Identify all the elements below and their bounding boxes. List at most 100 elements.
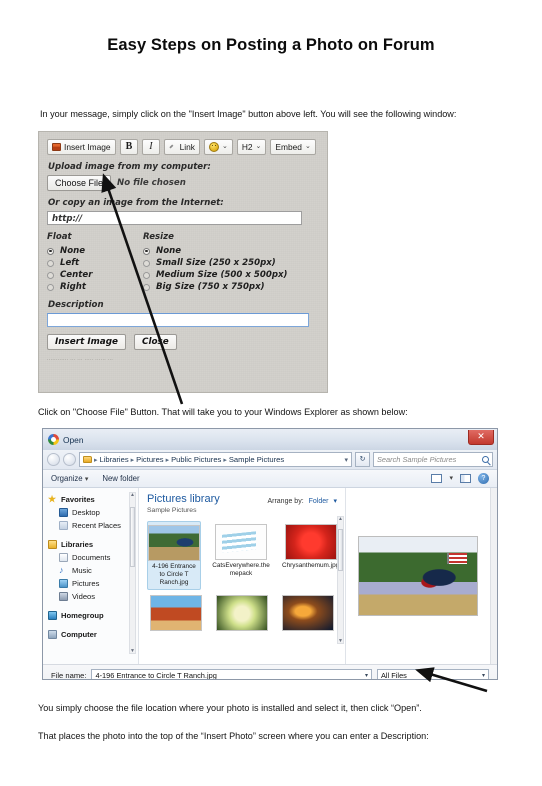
windows-explorer-open-dialog: Open ✕ ▸ Libraries ▸ Pictures ▸ Public P…: [42, 428, 498, 680]
bold-button[interactable]: B: [119, 138, 139, 155]
file-item-jellyfish[interactable]: [280, 592, 337, 635]
organize-button[interactable]: Organize ▾: [51, 474, 88, 483]
sidebar-item-computer[interactable]: Computer: [48, 628, 138, 641]
insert-image-button[interactable]: Insert Image: [47, 138, 116, 155]
resize-option-medium[interactable]: Medium Size (500 x 500px): [143, 269, 287, 281]
resize-option-small[interactable]: Small Size (250 x 250px): [143, 257, 287, 269]
insert-image-button-label: Insert Image: [64, 141, 111, 152]
scroll-down-icon[interactable]: ▼: [130, 648, 135, 654]
search-input[interactable]: Search Sample Pictures: [373, 452, 493, 467]
breadcrumb[interactable]: ▸ Libraries ▸ Pictures ▸ Public Pictures…: [79, 452, 352, 467]
file-name-input[interactable]: 4-196 Entrance to Circle T Ranch.jpg ▾: [91, 669, 372, 679]
file-item-hydrangeas[interactable]: [213, 592, 270, 635]
sidebar-item-libraries[interactable]: Libraries: [48, 538, 138, 551]
refresh-icon[interactable]: ↻: [355, 452, 370, 467]
sidebar-item-favorites[interactable]: ★ Favorites: [48, 493, 138, 506]
file-item-chrysanthemum[interactable]: Chrysanthemum.jpg: [281, 521, 340, 590]
file-name-label: [147, 633, 204, 635]
no-file-chosen-text: No file chosen: [117, 178, 186, 188]
chevron-down-icon: ▾: [481, 673, 485, 679]
sidebar-scrollbar[interactable]: ▲ ▼: [129, 492, 136, 654]
thumbnail-image: [148, 524, 200, 561]
embed-button[interactable]: Embed ⌄: [270, 138, 316, 155]
scroll-up-icon[interactable]: ▲: [338, 516, 343, 522]
file-item-catseverywhere[interactable]: CatsEverywhere.themepack: [210, 521, 272, 590]
help-icon[interactable]: ?: [478, 473, 489, 484]
scrollbar-thumb[interactable]: [338, 529, 343, 571]
scroll-down-icon[interactable]: ▼: [338, 638, 343, 644]
command-bar-right-group: ▾ ?: [431, 473, 489, 484]
chevron-down-icon[interactable]: ▾: [449, 475, 453, 482]
close-button[interactable]: Close: [133, 334, 177, 350]
chevron-down-icon: ⌄: [221, 143, 228, 150]
sidebar-item-label: Favorites: [61, 495, 95, 504]
folder-icon: [83, 456, 92, 463]
chevron-down-icon: ⌄: [255, 143, 262, 150]
resize-option-big[interactable]: Big Size (750 x 750px): [143, 281, 287, 293]
sidebar-item-videos[interactable]: Videos: [48, 590, 138, 603]
preview-pane-scrollbar[interactable]: [490, 488, 497, 664]
chevron-down-icon[interactable]: ▾: [365, 672, 368, 679]
change-view-icon[interactable]: [431, 474, 443, 483]
sidebar-item-pictures[interactable]: Pictures: [48, 577, 138, 590]
middle-paragraph: Click on "Choose File" Button. That will…: [38, 407, 408, 417]
float-option-right[interactable]: Right: [47, 281, 129, 293]
dialog-footer-faint-text: ............ ... ... ..... ...... ...: [47, 356, 114, 361]
file-chooser-row: Choose File No file chosen: [47, 175, 319, 191]
description-input[interactable]: [47, 313, 309, 327]
new-folder-button[interactable]: New folder: [102, 474, 139, 483]
breadcrumb-item-public-pictures[interactable]: Public Pictures: [171, 455, 221, 464]
sidebar-item-documents[interactable]: Documents: [48, 551, 138, 564]
file-type-select[interactable]: All Files ▾: [377, 669, 489, 679]
breadcrumb-item-sample-pictures[interactable]: Sample Pictures: [229, 455, 284, 464]
file-list-scrollbar[interactable]: ▲ ▼: [337, 516, 344, 644]
sidebar-item-homegroup[interactable]: Homegroup: [48, 609, 138, 622]
sidebar-item-desktop[interactable]: Desktop: [48, 506, 138, 519]
scroll-up-icon[interactable]: ▲: [130, 492, 135, 498]
editor-toolbar: Insert Image B I Link ⌄ H2 ⌄ Embed ⌄: [47, 138, 319, 155]
float-heading: Float: [47, 232, 72, 242]
videos-icon: [59, 592, 68, 601]
pictures-icon: [59, 579, 68, 588]
file-name-label: [280, 633, 337, 635]
file-item-desert[interactable]: [147, 592, 204, 635]
recent-places-icon: [59, 521, 68, 530]
resize-option-none[interactable]: None: [143, 245, 287, 257]
float-option-left[interactable]: Left: [47, 257, 129, 269]
close-window-icon[interactable]: ✕: [468, 430, 494, 445]
heading-button[interactable]: H2 ⌄: [236, 138, 267, 155]
resize-option-group: Resize None Small Size (250 x 250px) Med…: [143, 232, 287, 293]
file-name-label: Chrysanthemum.jpg: [282, 561, 340, 569]
radio-icon: [47, 259, 54, 267]
back-button-icon[interactable]: [47, 453, 60, 466]
italic-button[interactable]: I: [142, 138, 160, 155]
bottom-paragraph-1: You simply choose the file location wher…: [38, 703, 422, 713]
sidebar-item-recent-places[interactable]: Recent Places: [48, 519, 138, 532]
image-url-input[interactable]: http://: [47, 211, 302, 225]
float-option-center[interactable]: Center: [47, 269, 129, 281]
resize-option-label: Medium Size (500 x 500px): [156, 270, 288, 280]
bottom-paragraph-2: That places the photo into the top of th…: [38, 731, 429, 741]
forward-button-icon[interactable]: [63, 453, 76, 466]
chevron-down-icon[interactable]: ▾: [344, 456, 348, 464]
arrange-by-control[interactable]: Arrange by: Folder ▾: [267, 493, 337, 506]
float-option-label: Right: [60, 282, 86, 292]
sidebar-item-music[interactable]: ♪ Music: [48, 564, 138, 577]
choose-file-button[interactable]: Choose File: [47, 175, 112, 191]
file-item-ranch[interactable]: 4-196 Entrance to Circle T Ranch.jpg: [147, 520, 201, 590]
sidebar-item-label: Pictures: [72, 579, 100, 588]
resize-option-label: Small Size (250 x 250px): [156, 258, 276, 268]
link-button[interactable]: Link: [163, 138, 200, 155]
emoji-button[interactable]: ⌄: [203, 138, 233, 155]
insert-image-dialog: Insert Image B I Link ⌄ H2 ⌄ Embed ⌄ Upl…: [38, 131, 328, 393]
scrollbar-thumb[interactable]: [130, 507, 135, 567]
sidebar-item-label: Computer: [61, 630, 97, 639]
float-option-none[interactable]: None: [47, 245, 129, 257]
link-button-label: Link: [179, 141, 195, 152]
explorer-title-bar: Open ✕: [43, 429, 497, 450]
breadcrumb-item-libraries[interactable]: Libraries: [100, 455, 129, 464]
insert-image-submit-button[interactable]: Insert Image: [47, 334, 126, 350]
breadcrumb-item-pictures[interactable]: Pictures: [136, 455, 163, 464]
preview-pane-icon[interactable]: [460, 474, 471, 483]
radio-icon: [47, 283, 54, 291]
